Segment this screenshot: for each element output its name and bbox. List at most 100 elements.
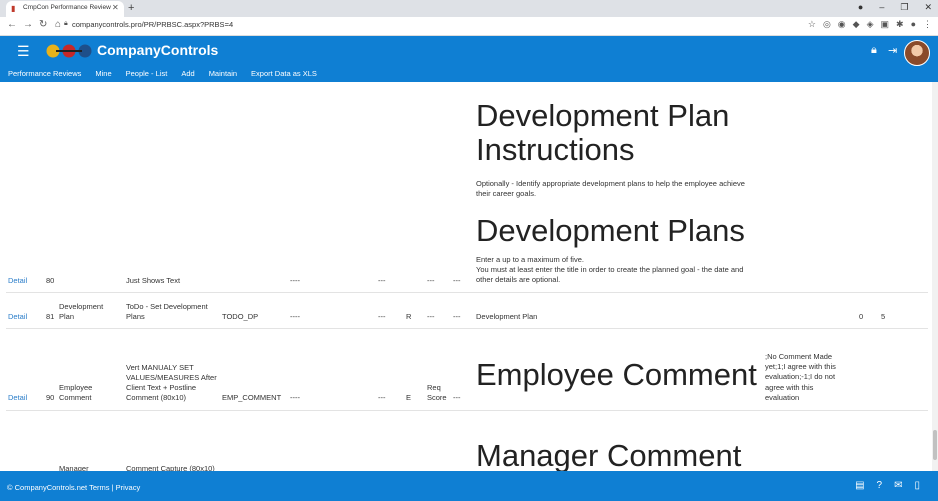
logout-icon[interactable]: ⇥ <box>888 44 897 57</box>
close-window-button[interactable]: ✕ <box>924 2 932 13</box>
dev-plans-title: Development Plans <box>476 213 745 248</box>
new-tab-icon[interactable]: + <box>128 2 134 14</box>
row-section: Employee <box>59 383 93 392</box>
dev-plan-instructions-title-1: Development Plan <box>476 98 730 133</box>
dev-plans-text-3: other details are optional. <box>476 275 561 284</box>
avatar[interactable] <box>904 40 930 66</box>
row-divider <box>6 328 928 329</box>
dev-plan-instructions-title-2: Instructions <box>476 132 635 167</box>
back-icon[interactable]: ← <box>7 19 17 30</box>
extension-icon[interactable]: ◈ <box>867 19 874 30</box>
brand-name[interactable]: CompanyControls <box>97 42 218 58</box>
row-seq: 80 <box>46 276 55 285</box>
row-dash: ---- <box>290 276 300 285</box>
footer-icons: ▤ ? ✉ ▯ <box>855 480 920 491</box>
extension-icon[interactable]: ◉ <box>838 19 846 30</box>
url-field[interactable]: companycontrols.pro/PR/PRBSC.aspx?PRBS=4 <box>72 20 233 29</box>
row-dash: --- <box>378 312 386 321</box>
lock-icon[interactable]: 🔒︎ <box>871 44 877 57</box>
row-flag: R <box>406 312 412 321</box>
detail-link[interactable]: Detail <box>8 276 27 286</box>
row-seq: 90 <box>46 393 55 402</box>
menu-kebab-icon[interactable]: ⋮ <box>923 19 932 30</box>
scrollbar-thumb[interactable] <box>933 430 937 460</box>
menu-add[interactable]: Add <box>181 69 194 78</box>
detail-link[interactable]: Detail <box>8 312 27 322</box>
row-flag: E <box>406 393 412 402</box>
row-score: Score <box>427 393 447 402</box>
row-description: VALUES/MEASURES After <box>126 373 217 382</box>
row-min: 0 <box>859 312 864 321</box>
maximize-button[interactable]: ❐ <box>900 2 908 13</box>
row-dash: --- <box>378 276 386 285</box>
row-section: Development <box>59 302 104 311</box>
puzzle-icon[interactable]: ✱ <box>896 19 904 30</box>
menu-performance-reviews[interactable]: Performance Reviews <box>8 69 81 78</box>
employee-comment-title: Employee Comment <box>476 357 757 392</box>
window-controls: ● – ❐ ✕ <box>858 2 932 13</box>
row-code: EMP_COMMENT <box>222 393 282 402</box>
hamburger-menu-icon[interactable]: ☰ <box>17 43 30 60</box>
tab-close-icon[interactable]: ✕ <box>112 3 119 12</box>
row-options: ;No Comment Made <box>765 352 833 361</box>
browser-tab[interactable]: ▮ CmpCon Performance Review ✕ <box>6 1 124 17</box>
row-dash: ---- <box>290 393 300 402</box>
row-divider <box>6 410 928 411</box>
detail-link[interactable]: Detail <box>8 393 27 403</box>
minimize-button[interactable]: – <box>879 2 884 13</box>
menu-maintain[interactable]: Maintain <box>209 69 237 78</box>
row-description: ToDo - Set Development <box>126 302 208 311</box>
favicon-icon: ▮ <box>11 4 16 13</box>
row-options: evaluation;-1;I do not <box>765 372 836 381</box>
row-max: 5 <box>881 312 886 321</box>
feedback-icon[interactable]: ✉ <box>894 480 902 491</box>
row-code: TODO_DP <box>222 312 259 321</box>
extension-icon[interactable]: ◎ <box>823 19 831 30</box>
row-seq: 81 <box>46 312 55 321</box>
row-dash: --- <box>378 393 386 402</box>
row-description: Client Text + Postline <box>126 383 197 392</box>
help-icon[interactable]: ? <box>877 480 883 491</box>
row-section: Plan <box>59 312 75 321</box>
row-section: Comment <box>59 393 92 402</box>
forward-icon[interactable]: → <box>23 19 33 30</box>
row-dash: --- <box>453 312 461 321</box>
menu-mine[interactable]: Mine <box>95 69 111 78</box>
dev-plans-text-1: Enter a up to a maximum of five. <box>476 255 584 264</box>
logo-icon <box>46 44 92 58</box>
app-footer <box>0 471 938 501</box>
chat-icon[interactable]: ▤ <box>855 480 864 491</box>
row-label: Development Plan <box>476 312 538 321</box>
row-divider <box>6 292 928 293</box>
row-dash: --- <box>427 312 435 321</box>
scrollbar-track[interactable] <box>932 82 938 471</box>
dev-plans-text-2: You must at least enter the title in ord… <box>476 265 744 274</box>
reload-icon[interactable]: ↻ <box>39 19 47 30</box>
row-dash: --- <box>453 393 461 402</box>
footer-links[interactable]: © CompanyControls.net Terms | Privacy <box>7 483 140 492</box>
extension-icon[interactable]: ◆ <box>853 19 860 30</box>
bookmark-star-icon[interactable]: ☆ <box>808 19 816 30</box>
row-dash: --- <box>453 276 461 285</box>
row-options: yet;1;I agree with this <box>765 362 836 371</box>
row-description: Vert MANUALY SET <box>126 363 194 372</box>
row-req: Req <box>427 383 441 392</box>
home-icon[interactable]: ⌂ <box>55 19 61 30</box>
row-description: Plans <box>126 312 145 321</box>
menu-export-xls[interactable]: Export Data as XLS <box>251 69 317 78</box>
mobile-icon[interactable]: ▯ <box>914 480 920 491</box>
dev-plan-instructions-text-2: their career goals. <box>476 189 537 198</box>
profile-icon[interactable]: ● <box>911 19 916 30</box>
profile-circle-icon[interactable]: ● <box>858 2 863 13</box>
row-options: agree with this <box>765 383 814 392</box>
dev-plan-instructions-text-1: Optionally - Identify appropriate develo… <box>476 179 745 188</box>
row-dash: ---- <box>290 312 300 321</box>
row-options: evaluation <box>765 393 800 402</box>
lock-icon: 🔒︎ <box>64 20 68 27</box>
extension-icon[interactable]: ▣ <box>881 19 890 30</box>
menu-people-list[interactable]: People - List <box>126 69 168 78</box>
row-description: Just Shows Text <box>126 276 181 285</box>
extension-icons: ☆ ◎ ◉ ◆ ◈ ▣ ✱ ● ⋮ <box>808 19 932 30</box>
tab-title: CmpCon Performance Review <box>23 4 111 11</box>
row-description: Comment (80x10) <box>126 393 187 402</box>
